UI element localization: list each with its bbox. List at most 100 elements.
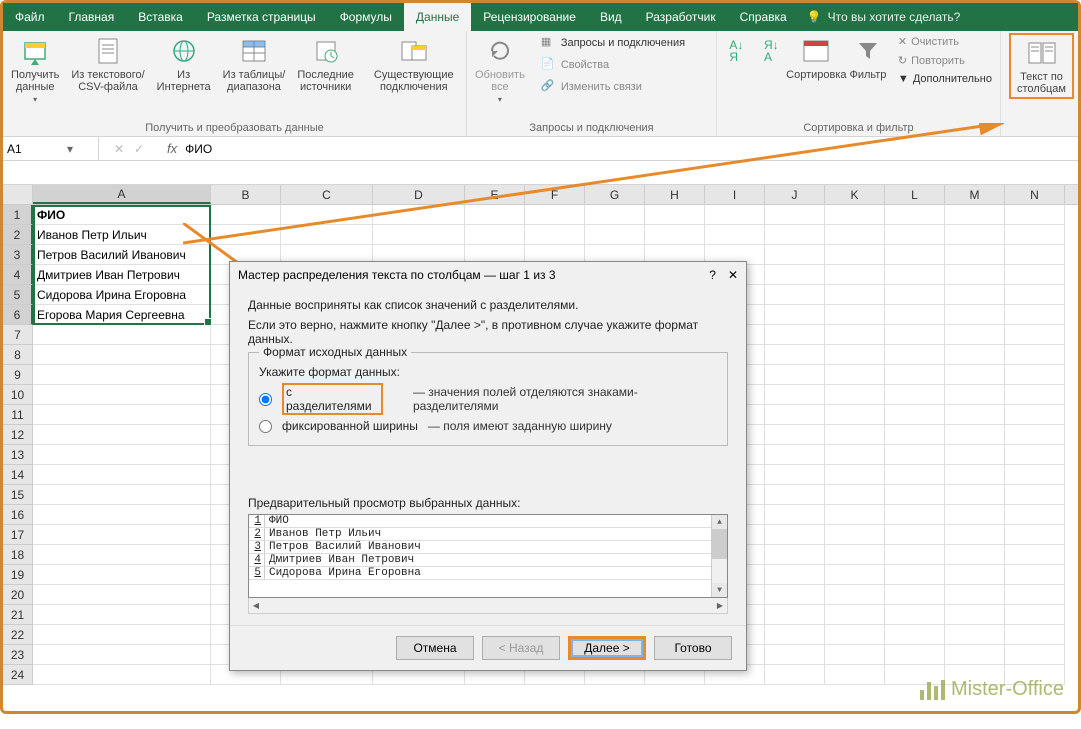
cell[interactable] <box>33 525 211 545</box>
cell[interactable]: Сидорова Ирина Егоровна <box>33 285 211 305</box>
cell[interactable] <box>945 305 1005 325</box>
finish-button[interactable]: Готово <box>654 636 732 660</box>
next-button[interactable]: Далее > <box>568 636 646 660</box>
row-header[interactable]: 12 <box>3 425 33 445</box>
row-header[interactable]: 19 <box>3 565 33 585</box>
cancel-button[interactable]: Отмена <box>396 636 474 660</box>
from-web-button[interactable]: Из Интернета <box>153 33 215 95</box>
row-header[interactable]: 10 <box>3 385 33 405</box>
row-header[interactable]: 8 <box>3 345 33 365</box>
cell[interactable] <box>945 265 1005 285</box>
tab-рецензирование[interactable]: Рецензирование <box>471 3 588 31</box>
cell[interactable] <box>765 545 825 565</box>
cell[interactable] <box>945 325 1005 345</box>
tab-разметка страницы[interactable]: Разметка страницы <box>195 3 328 31</box>
row-header[interactable]: 24 <box>3 665 33 685</box>
cell[interactable]: Иванов Петр Ильич <box>33 225 211 245</box>
cell[interactable] <box>945 245 1005 265</box>
cell[interactable] <box>645 205 705 225</box>
cell[interactable] <box>765 645 825 665</box>
cell[interactable] <box>1005 285 1065 305</box>
cell[interactable] <box>33 605 211 625</box>
cell[interactable] <box>945 205 1005 225</box>
cell[interactable] <box>885 305 945 325</box>
cell[interactable] <box>825 485 885 505</box>
cell[interactable] <box>645 225 705 245</box>
cell[interactable] <box>765 505 825 525</box>
cell[interactable] <box>825 245 885 265</box>
existing-connections-button[interactable]: Существующие подключения <box>370 33 458 95</box>
formula-input[interactable] <box>185 142 1070 156</box>
cell[interactable] <box>33 425 211 445</box>
cell[interactable] <box>825 605 885 625</box>
fixed-width-radio[interactable] <box>259 420 272 433</box>
queries-connections-link[interactable]: ▦Запросы и подключения <box>537 33 689 53</box>
cell[interactable] <box>945 365 1005 385</box>
cell[interactable] <box>1005 545 1065 565</box>
recent-sources-button[interactable]: Последние источники <box>293 33 358 95</box>
cell[interactable] <box>885 585 945 605</box>
cell[interactable] <box>765 205 825 225</box>
cell[interactable] <box>825 365 885 385</box>
name-box[interactable]: ▾ <box>3 137 99 160</box>
row-header[interactable]: 23 <box>3 645 33 665</box>
cell[interactable] <box>945 565 1005 585</box>
cell[interactable] <box>1005 445 1065 465</box>
cell[interactable] <box>765 345 825 365</box>
scroll-right-icon[interactable]: ▶ <box>713 598 727 613</box>
cell[interactable] <box>885 525 945 545</box>
scroll-down-icon[interactable]: ▼ <box>712 583 727 597</box>
cell[interactable] <box>885 345 945 365</box>
cell[interactable] <box>945 345 1005 365</box>
cell[interactable] <box>765 265 825 285</box>
cell[interactable] <box>33 625 211 645</box>
row-header[interactable]: 3 <box>3 245 33 265</box>
name-box-input[interactable] <box>7 142 67 156</box>
delimited-radio[interactable] <box>259 393 272 406</box>
cell[interactable] <box>1005 505 1065 525</box>
column-header[interactable]: K <box>825 185 885 204</box>
column-header[interactable]: L <box>885 185 945 204</box>
cell[interactable] <box>825 465 885 485</box>
cell[interactable] <box>885 625 945 645</box>
row-header[interactable]: 18 <box>3 545 33 565</box>
cell[interactable] <box>465 205 525 225</box>
cell[interactable] <box>825 625 885 645</box>
cell[interactable] <box>585 205 645 225</box>
cell[interactable] <box>765 325 825 345</box>
cell[interactable] <box>945 525 1005 545</box>
column-header[interactable]: G <box>585 185 645 204</box>
cell[interactable] <box>33 645 211 665</box>
row-header[interactable]: 21 <box>3 605 33 625</box>
cell[interactable] <box>465 225 525 245</box>
tell-me-search[interactable]: 💡Что вы хотите сделать? <box>807 10 961 24</box>
cell[interactable] <box>765 245 825 265</box>
cell[interactable] <box>1005 605 1065 625</box>
row-header[interactable]: 7 <box>3 325 33 345</box>
cell[interactable] <box>765 665 825 685</box>
cell[interactable] <box>765 605 825 625</box>
cell[interactable] <box>33 405 211 425</box>
cell[interactable] <box>945 425 1005 445</box>
cell[interactable] <box>1005 265 1065 285</box>
column-header[interactable]: B <box>211 185 281 204</box>
cell[interactable] <box>585 225 645 245</box>
cell[interactable] <box>1005 645 1065 665</box>
advanced-filter-link[interactable]: ▼Дополнительно <box>894 71 996 87</box>
cell[interactable] <box>33 545 211 565</box>
cell[interactable] <box>825 445 885 465</box>
cell[interactable] <box>33 665 211 685</box>
from-csv-button[interactable]: Из текстового/ CSV-файла <box>67 33 148 95</box>
cell[interactable] <box>825 225 885 245</box>
cell[interactable] <box>945 545 1005 565</box>
horizontal-scrollbar[interactable]: ◀ ▶ <box>248 598 728 614</box>
cell[interactable] <box>885 425 945 445</box>
cell[interactable] <box>945 585 1005 605</box>
cell[interactable] <box>1005 245 1065 265</box>
tab-файл[interactable]: Файл <box>3 3 57 31</box>
clear-filter-link[interactable]: ✕Очистить <box>894 33 996 50</box>
cell[interactable] <box>945 505 1005 525</box>
cell[interactable] <box>765 405 825 425</box>
fixed-width-label[interactable]: фиксированной ширины <box>282 419 418 433</box>
column-header[interactable]: H <box>645 185 705 204</box>
